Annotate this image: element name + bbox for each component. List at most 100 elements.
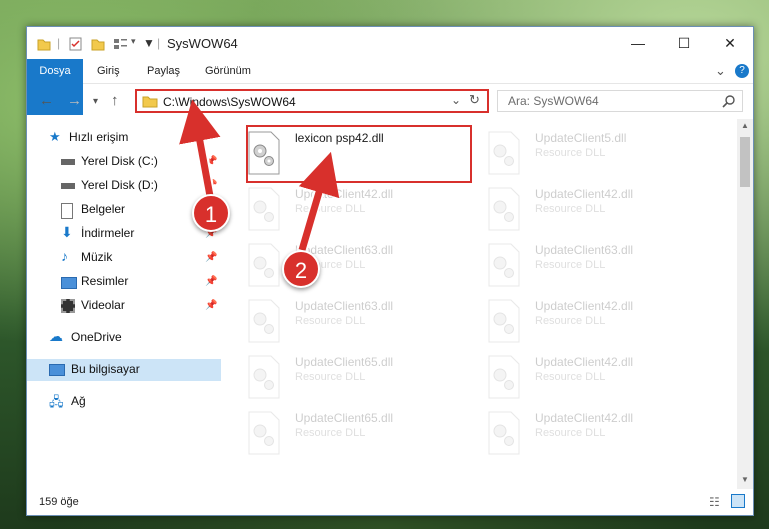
- file-explorer-window: | ▾ ▼ | SysWOW64 — ☐ ✕ Dosya Giriş Payla…: [26, 26, 754, 516]
- file-type: Resource DLL: [295, 315, 366, 327]
- status-bar: 159 öğe ☷: [27, 493, 753, 513]
- download-icon: ⬇: [61, 224, 73, 240]
- file-item[interactable]: UpdateClient42.dll Resource DLL: [487, 183, 717, 239]
- customize-toolbar-icon[interactable]: ▼: [143, 36, 155, 52]
- pin-icon[interactable]: 📌: [205, 180, 217, 191]
- view-options-icon[interactable]: [113, 36, 129, 52]
- address-dropdown-icon[interactable]: ⌄: [451, 93, 461, 107]
- callout-1: 1: [192, 194, 230, 232]
- file-name: UpdateClient42.dll: [535, 355, 634, 369]
- dll-gear-icon: [488, 355, 520, 399]
- file-item[interactable]: UpdateClient65.dll Resource DLL: [247, 351, 477, 407]
- network-icon: 🖧: [49, 394, 64, 409]
- dll-gear-icon: [488, 187, 520, 231]
- recent-chevron-icon[interactable]: ▾: [93, 96, 98, 107]
- file-type: Resource DLL: [535, 259, 606, 271]
- dll-gear-icon: [248, 243, 280, 287]
- drive-icon: [61, 183, 75, 189]
- nav-item-onedrive[interactable]: ☁ OneDrive: [27, 327, 221, 349]
- close-button[interactable]: ✕: [707, 27, 753, 59]
- scrollbar-thumb[interactable]: [740, 137, 750, 187]
- nav-item-videos[interactable]: Videolar 📌: [27, 295, 221, 317]
- search-input[interactable]: Ara: SysWOW64: [497, 90, 743, 112]
- file-type: Resource DLL: [535, 147, 606, 159]
- file-name: UpdateClient42.dll: [295, 187, 394, 201]
- nav-item-downloads[interactable]: ⬇ İndirmeler 📌: [27, 223, 221, 245]
- file-item[interactable]: UpdateClient63.dll Resource DLL: [487, 239, 717, 295]
- file-item[interactable]: UpdateClient65.dll Resource DLL: [247, 407, 477, 463]
- callout-2: 2: [282, 250, 320, 288]
- dll-gear-icon: [488, 299, 520, 343]
- pin-icon[interactable]: 📌: [205, 156, 217, 167]
- properties-icon[interactable]: [69, 36, 83, 52]
- file-item[interactable]: UpdateClient42.dll Resource DLL: [487, 407, 717, 463]
- separator: |: [157, 36, 161, 50]
- new-folder-icon[interactable]: [91, 36, 105, 52]
- file-name: UpdateClient42.dll: [535, 411, 634, 425]
- tab-gorunum[interactable]: Görünüm: [205, 59, 251, 83]
- scroll-down-icon[interactable]: ▼: [741, 475, 749, 484]
- pin-icon[interactable]: 📌: [205, 252, 217, 263]
- file-type: Resource DLL: [535, 203, 606, 215]
- drive-icon: [61, 159, 75, 165]
- search-icon: [722, 95, 735, 108]
- file-item[interactable]: UpdateClient5.dll Resource DLL: [487, 127, 717, 183]
- file-item[interactable]: UpdateClient42.dll Resource DLL: [247, 183, 477, 239]
- ribbon-tabs: Dosya Giriş Paylaş Görünüm ⌄ ?: [27, 59, 753, 115]
- dll-gear-icon: [488, 411, 520, 455]
- nav-item-music[interactable]: ♪ Müzik 📌: [27, 247, 221, 269]
- title-bar: | ▾ ▼ | SysWOW64 — ☐ ✕: [27, 27, 753, 59]
- cloud-icon: ☁: [49, 328, 63, 344]
- nav-item-network[interactable]: 🖧 Ağ: [27, 391, 221, 413]
- forward-arrow-icon[interactable]: →: [67, 92, 82, 109]
- maximize-button[interactable]: ☐: [661, 27, 707, 59]
- file-type: Resource DLL: [535, 371, 606, 383]
- file-item[interactable]: UpdateClient63.dll Resource DLL: [247, 295, 477, 351]
- nav-item-local-disk-d[interactable]: Yerel Disk (D:) 📌: [27, 175, 221, 197]
- file-name: UpdateClient65.dll: [295, 355, 394, 369]
- file-type: Resource DLL: [295, 427, 366, 439]
- dll-gear-icon: [248, 355, 280, 399]
- back-arrow-icon[interactable]: ←: [39, 92, 54, 109]
- nav-item-this-pc[interactable]: Bu bilgisayar: [27, 359, 221, 381]
- file-type: Resource DLL: [535, 427, 606, 439]
- dll-gear-icon: [248, 411, 280, 455]
- item-count: 159 öğe: [39, 496, 79, 508]
- file-name: UpdateClient63.dll: [295, 299, 394, 313]
- address-path: C:\Windows\SysWOW64: [163, 95, 296, 109]
- details-view-icon[interactable]: ☷: [709, 495, 720, 509]
- file-name: UpdateClient42.dll: [535, 187, 634, 201]
- file-item[interactable]: UpdateClient42.dll Resource DLL: [487, 351, 717, 407]
- vertical-scrollbar[interactable]: ▲ ▼: [737, 119, 753, 489]
- computer-icon: [49, 364, 65, 376]
- pin-icon[interactable]: 📌: [205, 300, 217, 311]
- file-name: UpdateClient65.dll: [295, 411, 394, 425]
- folder-icon: [37, 39, 51, 51]
- documents-icon: [61, 203, 73, 219]
- help-icon[interactable]: ?: [735, 64, 749, 78]
- minimize-button[interactable]: —: [615, 27, 661, 59]
- pin-icon[interactable]: 📌: [205, 276, 217, 287]
- music-icon: ♪: [61, 248, 68, 264]
- file-name: UpdateClient63.dll: [535, 243, 634, 257]
- large-icons-view-icon[interactable]: [731, 494, 745, 508]
- navigation-pane: ★ Hızlı erişim Yerel Disk (C:) 📌 Yerel D…: [27, 119, 221, 489]
- address-field[interactable]: C:\Windows\SysWOW64 ⌄ ↻: [135, 89, 489, 113]
- file-type: Resource DLL: [295, 371, 366, 383]
- chevron-down-icon[interactable]: ▾: [131, 36, 136, 52]
- nav-item-pictures[interactable]: Resimler 📌: [27, 271, 221, 293]
- expand-ribbon-icon[interactable]: ⌄: [715, 59, 726, 83]
- nav-item-local-disk-c[interactable]: Yerel Disk (C:) 📌: [27, 151, 221, 173]
- file-highlight-box: [246, 125, 472, 183]
- nav-item-quick-access[interactable]: ★ Hızlı erişim: [27, 127, 221, 149]
- scroll-up-icon[interactable]: ▲: [741, 121, 749, 130]
- file-item[interactable]: UpdateClient42.dll Resource DLL: [487, 295, 717, 351]
- dll-gear-icon: [248, 299, 280, 343]
- tab-giris[interactable]: Giriş: [97, 59, 120, 83]
- tab-paylas[interactable]: Paylaş: [147, 59, 180, 83]
- separator: |: [57, 36, 61, 50]
- dll-gear-icon: [488, 243, 520, 287]
- star-icon: ★: [49, 129, 61, 144]
- up-arrow-icon[interactable]: ↑: [111, 92, 119, 109]
- refresh-icon[interactable]: ↻: [469, 92, 480, 108]
